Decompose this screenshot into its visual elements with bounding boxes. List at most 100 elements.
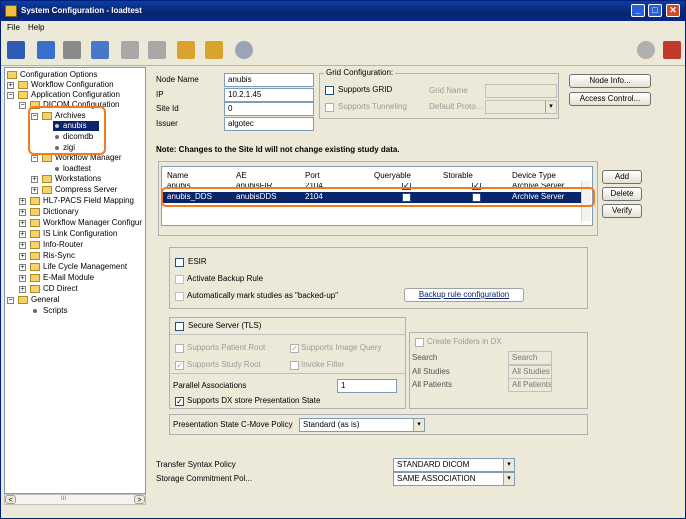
- create-folders-checkbox[interactable]: [415, 338, 424, 347]
- filter-users-icon[interactable]: [177, 41, 195, 59]
- expand-icon[interactable]: +: [19, 264, 26, 271]
- scroll-right-icon[interactable]: >: [134, 495, 145, 504]
- expand-icon[interactable]: +: [7, 82, 14, 89]
- site-id-note: Note: Changes to the Site Id will not ch…: [156, 145, 400, 154]
- toolbar: [1, 36, 685, 66]
- folder-icon: [7, 71, 17, 79]
- edit-users-icon[interactable]: [205, 41, 223, 59]
- secure-server-label: Secure Server (TLS): [188, 321, 262, 330]
- default-proto-select[interactable]: ▾: [485, 100, 557, 114]
- column-header-port[interactable]: Port: [305, 171, 320, 180]
- expand-icon[interactable]: +: [31, 187, 38, 194]
- node-name-field[interactable]: anubis: [224, 73, 314, 87]
- site-id-field[interactable]: 0: [224, 102, 314, 116]
- highlight-archives-annotation: [28, 106, 106, 155]
- expand-icon[interactable]: +: [19, 209, 26, 216]
- create-folders-label: Create Folders in DX: [427, 337, 502, 346]
- search-label: Search: [412, 353, 438, 362]
- column-header-device-type[interactable]: Device Type: [512, 171, 556, 180]
- minimize-button[interactable]: _: [631, 4, 645, 17]
- collapse-icon[interactable]: −: [7, 297, 14, 304]
- help-icon[interactable]: [637, 41, 655, 59]
- system-configuration-window: System Configuration - loadtest _ □ ✕ Fi…: [0, 0, 686, 519]
- activate-backup-checkbox[interactable]: [175, 275, 184, 284]
- folder-icon: [30, 219, 40, 227]
- copy-node-icon[interactable]: [148, 41, 166, 59]
- invoke-filter-label: Invoke Filter: [301, 360, 345, 369]
- remove-node-icon[interactable]: [63, 41, 81, 59]
- backup-rule-configuration-button[interactable]: Backup rule configuration: [404, 288, 524, 302]
- folder-icon: [30, 252, 40, 260]
- cmove-policy-label: Presentation State C-Move Policy: [173, 420, 293, 429]
- expand-icon[interactable]: +: [31, 176, 38, 183]
- access-control-button[interactable]: Access Control...: [569, 92, 651, 106]
- supports-grid-checkbox[interactable]: [325, 86, 334, 95]
- maximize-button[interactable]: □: [648, 4, 662, 17]
- delete-button[interactable]: Delete: [602, 187, 642, 201]
- expand-icon[interactable]: +: [19, 286, 26, 293]
- column-header-ae[interactable]: AE: [236, 171, 247, 180]
- chevron-down-icon: ▾: [413, 419, 424, 431]
- properties-icon[interactable]: [91, 41, 109, 59]
- expand-icon[interactable]: +: [19, 198, 26, 205]
- folder-icon: [30, 285, 40, 293]
- close-button[interactable]: ✕: [666, 4, 680, 17]
- scroll-grip: III: [61, 496, 67, 502]
- all-patients-field[interactable]: All Patients: [508, 378, 552, 392]
- column-header-storable[interactable]: Storable: [443, 171, 473, 180]
- folder-icon: [18, 296, 28, 304]
- parallel-associations-field[interactable]: 1: [337, 379, 397, 393]
- supports-image-query-checkbox[interactable]: ✓: [290, 344, 299, 353]
- supports-study-root-checkbox[interactable]: ✓: [175, 361, 184, 370]
- supports-tunneling-checkbox[interactable]: [325, 103, 334, 112]
- expand-icon[interactable]: +: [19, 275, 26, 282]
- menu-help[interactable]: Help: [28, 23, 44, 32]
- supports-patient-root-checkbox[interactable]: [175, 344, 184, 353]
- tree-horizontal-scrollbar[interactable]: < III >: [4, 494, 146, 505]
- app-icon: [5, 5, 17, 17]
- storage-commitment-select[interactable]: SAME ASSOCIATION ▾: [393, 472, 515, 486]
- transfer-syntax-select[interactable]: STANDARD DICOM ▾: [393, 458, 515, 472]
- node-icon: [33, 309, 37, 313]
- title-bar[interactable]: System Configuration - loadtest _ □ ✕: [1, 1, 685, 21]
- expand-icon[interactable]: +: [19, 231, 26, 238]
- save-icon[interactable]: [7, 41, 25, 59]
- search-field[interactable]: Search: [508, 351, 552, 365]
- default-proto-label: Default Proto...: [429, 102, 483, 111]
- column-header-queryable[interactable]: Queryable: [374, 171, 411, 180]
- supports-grid-label: Supports GRID: [338, 85, 393, 94]
- verify-button[interactable]: Verify: [602, 204, 642, 218]
- highlight-row-annotation: [161, 187, 595, 207]
- add-button[interactable]: Add: [602, 170, 642, 184]
- folder-icon: [30, 274, 40, 282]
- all-studies-label: All Studies: [412, 367, 450, 376]
- cmove-policy-select[interactable]: Standard (as is) ▾: [299, 418, 425, 432]
- expand-icon[interactable]: +: [19, 253, 26, 260]
- node-info-button[interactable]: Node Info...: [569, 74, 651, 88]
- collapse-icon[interactable]: −: [7, 92, 14, 99]
- ip-field[interactable]: 10.2.1.45: [224, 88, 314, 102]
- issuer-field[interactable]: algotec: [224, 117, 314, 131]
- add-node-icon[interactable]: [37, 41, 55, 59]
- activate-backup-label: Activate Backup Rule: [187, 274, 264, 283]
- invoke-filter-checkbox[interactable]: [290, 361, 299, 370]
- exit-icon[interactable]: [663, 41, 681, 59]
- dx-store-checkbox[interactable]: ✓: [175, 397, 184, 406]
- refresh-icon[interactable]: [235, 41, 253, 59]
- esir-checkbox[interactable]: [175, 258, 184, 267]
- chevron-down-icon: ▾: [545, 101, 556, 113]
- all-studies-field[interactable]: All Studies: [508, 365, 552, 379]
- move-node-icon[interactable]: [121, 41, 139, 59]
- expand-icon[interactable]: +: [19, 242, 26, 249]
- scroll-left-icon[interactable]: <: [5, 495, 16, 504]
- secure-server-checkbox[interactable]: [175, 322, 184, 331]
- column-header-name[interactable]: Name: [167, 171, 188, 180]
- collapse-icon[interactable]: −: [31, 155, 38, 162]
- auto-mark-checkbox[interactable]: [175, 292, 184, 301]
- collapse-icon[interactable]: −: [19, 102, 26, 109]
- menu-file[interactable]: File: [7, 23, 20, 32]
- chevron-down-icon: ▾: [503, 459, 514, 471]
- dx-store-label: Supports DX store Presentation State: [187, 396, 321, 405]
- grid-name-field[interactable]: [485, 84, 557, 98]
- expand-icon[interactable]: +: [19, 220, 26, 227]
